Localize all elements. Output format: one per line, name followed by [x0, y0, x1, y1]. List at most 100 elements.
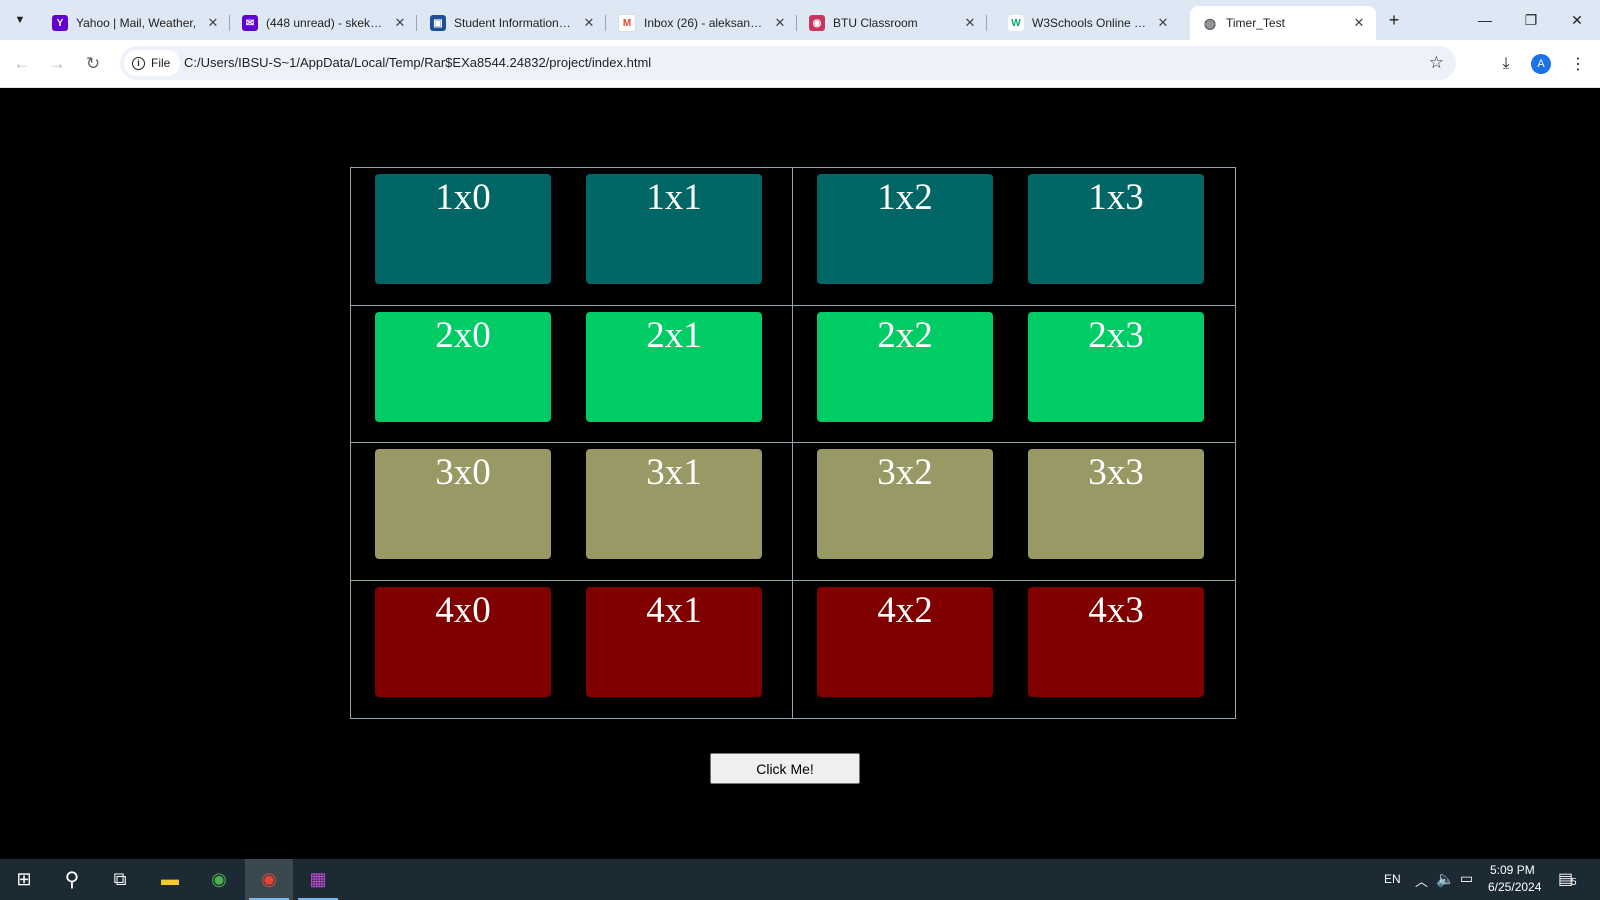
- grid-box[interactable]: 2x2: [817, 311, 993, 422]
- plus-icon: +: [1388, 10, 1400, 30]
- tab-search-button[interactable]: ▼: [6, 6, 34, 34]
- click-me-button[interactable]: Click Me!: [710, 753, 860, 784]
- close-window-button[interactable]: ✕: [1554, 0, 1600, 40]
- table-cell: 2x2 2x3: [793, 306, 1235, 443]
- table-cell: 2x0 2x1: [351, 305, 793, 443]
- task-view-button[interactable]: ⧉: [96, 859, 144, 900]
- start-button[interactable]: ⊞: [0, 859, 48, 900]
- windows-icon: ⊞: [16, 869, 32, 889]
- search-button[interactable]: ⚲: [48, 859, 96, 900]
- table-cell: 3x2 3x3: [793, 443, 1235, 581]
- browser-toolbar: ← → ↻ i File C:/Users/IBSU-S~1/AppData/L…: [0, 40, 1600, 88]
- chrome-button[interactable]: ◉: [195, 859, 243, 900]
- tab-gmail[interactable]: M Inbox (26) - aleksandre ✕: [606, 6, 797, 40]
- tab-yahoo[interactable]: Y Yahoo | Mail, Weather, ✕: [40, 6, 230, 40]
- table-cell: 1x2 1x3: [793, 168, 1235, 306]
- close-icon[interactable]: ✕: [1154, 15, 1172, 31]
- close-icon[interactable]: ✕: [580, 15, 598, 31]
- grid-box[interactable]: 4x2: [817, 586, 993, 697]
- tab-title: (448 unread) - skekena: [266, 16, 385, 30]
- chevron-up-icon[interactable]: ︿: [1415, 871, 1428, 890]
- grid-box[interactable]: 2x0: [375, 311, 551, 422]
- volume-icon[interactable]: 🔈: [1436, 870, 1455, 888]
- w3schools-icon: W: [1008, 15, 1024, 31]
- restore-button[interactable]: ❐: [1508, 0, 1554, 40]
- search-icon: ⚲: [64, 869, 80, 891]
- tab-separator: [986, 15, 987, 31]
- grid-box[interactable]: 2x3: [1028, 311, 1204, 422]
- grid-box[interactable]: 3x0: [375, 449, 551, 559]
- grid-box[interactable]: 3x2: [817, 449, 993, 559]
- forward-arrow-icon: →: [48, 54, 66, 73]
- menu-button[interactable]: ⋮: [1564, 50, 1592, 78]
- tab-student-information[interactable]: ▣ Student Information Sy ✕: [418, 6, 606, 40]
- tab-title: BTU Classroom: [833, 16, 918, 30]
- back-arrow-icon: ←: [13, 54, 31, 73]
- clock-date[interactable]: 6/25/2024: [1488, 880, 1541, 894]
- sis-icon: ▣: [430, 15, 446, 31]
- reload-button[interactable]: ↻: [79, 50, 107, 78]
- kebab-menu-icon: ⋮: [1570, 56, 1586, 73]
- close-icon: ✕: [1571, 11, 1583, 28]
- grid-box[interactable]: 4x0: [375, 586, 551, 697]
- tab-timer-test[interactable]: ◍ Timer_Test ✕: [1190, 6, 1376, 40]
- chip-label: File: [151, 56, 171, 70]
- address-bar[interactable]: i File C:/Users/IBSU-S~1/AppData/Local/T…: [120, 46, 1456, 80]
- grid-box[interactable]: 1x3: [1028, 174, 1204, 284]
- grid-box[interactable]: 1x1: [586, 174, 762, 284]
- tab-title: Student Information Sy: [454, 16, 574, 30]
- info-icon: i: [132, 56, 145, 70]
- download-icon: ⤓: [1502, 55, 1510, 72]
- close-icon[interactable]: ✕: [771, 15, 789, 31]
- language-indicator[interactable]: EN: [1384, 872, 1401, 886]
- grid-box[interactable]: 2x1: [586, 311, 762, 422]
- table-cell: 4x2 4x3: [793, 581, 1235, 719]
- close-icon[interactable]: ✕: [391, 15, 409, 31]
- tab-separator: [416, 15, 417, 31]
- grid-box[interactable]: 1x2: [817, 174, 993, 284]
- chrome-profile-button[interactable]: ◉: [245, 859, 293, 900]
- forward-button[interactable]: →: [43, 50, 71, 78]
- task-view-icon: ⧉: [113, 869, 127, 889]
- tab-title: Yahoo | Mail, Weather,: [76, 16, 197, 30]
- grid-box[interactable]: 4x3: [1028, 586, 1204, 697]
- back-button[interactable]: ←: [8, 50, 36, 78]
- page-viewport: 1x0 1x1 1x2 1x3 2x0 2x1 2x2 2x3 3x0 3x1 …: [0, 88, 1600, 859]
- url-text[interactable]: C:/Users/IBSU-S~1/AppData/Local/Temp/Rar…: [184, 46, 651, 80]
- network-icon[interactable]: ▭: [1460, 870, 1473, 887]
- tab-btu-classroom[interactable]: ◉ BTU Classroom ✕: [797, 6, 987, 40]
- site-info-chip[interactable]: i File: [124, 50, 181, 76]
- table-cell: 3x0 3x1: [351, 443, 793, 581]
- yahoo-icon: Y: [52, 15, 68, 31]
- grid-box[interactable]: 3x3: [1028, 449, 1204, 559]
- tab-w3schools[interactable]: W W3Schools Online We ✕: [996, 6, 1180, 40]
- table-cell: 4x0 4x1: [351, 580, 793, 718]
- chrome-profile-icon: ◉: [261, 869, 277, 889]
- minimize-button[interactable]: —: [1462, 0, 1508, 40]
- bookmark-star-icon[interactable]: ☆: [1429, 46, 1444, 80]
- notification-count: 5: [1571, 877, 1577, 888]
- restore-icon: ❐: [1524, 11, 1538, 28]
- chrome-icon: ◉: [211, 869, 227, 889]
- tab-strip: ▼ Y Yahoo | Mail, Weather, ✕ ✉ (448 unre…: [0, 0, 1600, 40]
- grid-box[interactable]: 3x1: [586, 449, 762, 559]
- grid-box[interactable]: 4x1: [586, 586, 762, 697]
- close-icon[interactable]: ✕: [961, 15, 979, 31]
- grid-box[interactable]: 1x0: [375, 174, 551, 284]
- new-tab-button[interactable]: +: [1382, 9, 1406, 33]
- tab-title: Timer_Test: [1226, 16, 1285, 30]
- downloads-button[interactable]: ⤓: [1492, 50, 1520, 78]
- close-icon[interactable]: ✕: [1350, 15, 1368, 31]
- tab-yahoo-mail[interactable]: ✉ (448 unread) - skekena ✕: [230, 6, 417, 40]
- file-explorer-button[interactable]: ▬: [146, 859, 194, 900]
- minimize-icon: —: [1478, 12, 1492, 28]
- folder-icon: ▬: [161, 869, 179, 889]
- grid-table: 1x0 1x1 1x2 1x3 2x0 2x1 2x2 2x3 3x0 3x1 …: [350, 167, 1236, 719]
- gmail-icon: M: [618, 14, 636, 32]
- profile-avatar[interactable]: A: [1531, 54, 1551, 74]
- winrar-button[interactable]: ▦: [294, 859, 342, 900]
- close-icon[interactable]: ✕: [204, 15, 222, 31]
- clock-time[interactable]: 5:09 PM: [1490, 863, 1535, 877]
- chevron-down-icon: ▼: [14, 14, 26, 26]
- avatar-letter: A: [1537, 58, 1545, 70]
